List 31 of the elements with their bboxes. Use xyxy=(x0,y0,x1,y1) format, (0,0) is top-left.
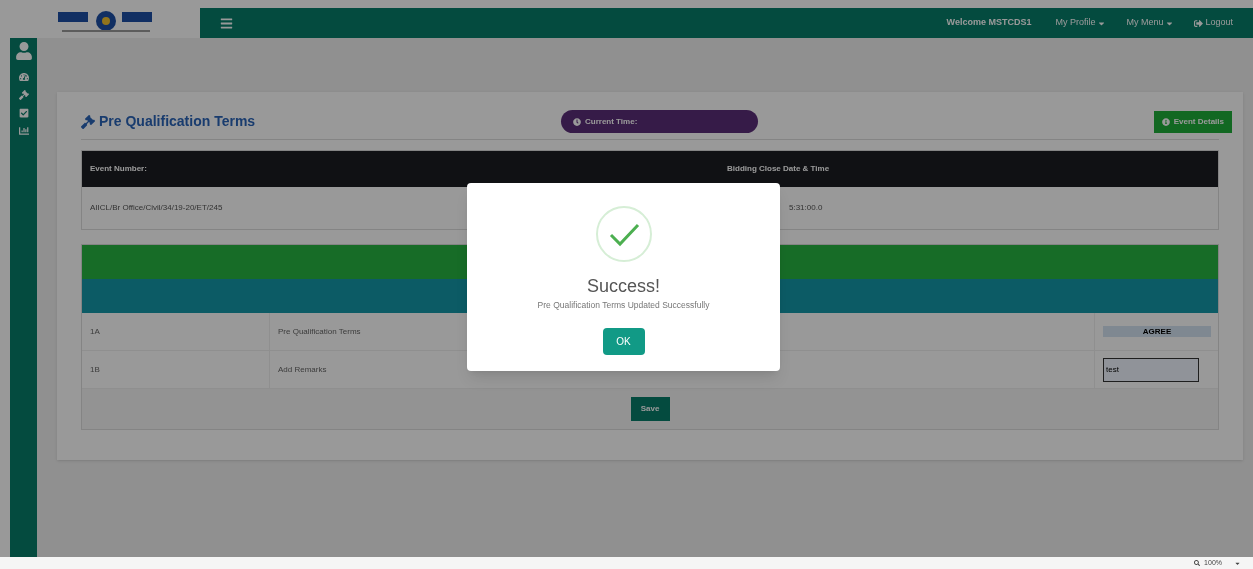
welcome-text: Welcome MSTCDS1 xyxy=(946,16,1032,30)
menu-dropdown[interactable]: My Profile xyxy=(1055,16,1107,30)
column-header: Bidding Close Date & Time xyxy=(727,163,830,175)
user-icon[interactable] xyxy=(14,42,33,60)
zoom-icon xyxy=(1194,560,1201,566)
logout-icon xyxy=(1194,18,1204,28)
dashboard-icon[interactable] xyxy=(18,72,29,82)
gavel-icon[interactable] xyxy=(18,90,29,100)
remarks-input[interactable]: test xyxy=(1103,357,1199,382)
current-time-pill: Current Time: xyxy=(561,110,758,133)
info-icon xyxy=(1161,117,1170,126)
menu-icon[interactable] xyxy=(220,16,233,30)
table-cell: 1B xyxy=(82,351,270,388)
ok-button[interactable]: OK xyxy=(602,327,645,355)
gavel-icon xyxy=(81,114,95,129)
logout-link[interactable]: Logout xyxy=(1194,16,1233,30)
agree-button[interactable]: AGREE xyxy=(1103,326,1211,337)
dialog-message: Pre Qualification Terms Updated Successfully xyxy=(537,299,710,312)
page-title: Pre Qualification Terms xyxy=(99,112,256,131)
table-cell-text: AIICL/Br Office/Civil/34/19-20/ET/245 xyxy=(89,202,224,214)
table-cell-text: 5:31:00.0 xyxy=(788,202,823,214)
check-icon xyxy=(594,205,653,263)
save-button[interactable]: Save xyxy=(630,397,670,421)
clock-icon xyxy=(573,117,581,126)
bar-chart-icon[interactable] xyxy=(18,126,29,136)
column-header: Event Number: xyxy=(89,163,148,175)
event-details-button[interactable]: Event Details xyxy=(1153,110,1232,133)
menu-dropdown[interactable]: My Menu xyxy=(1126,16,1175,30)
checkbox-icon[interactable] xyxy=(18,108,29,118)
table-cell: 1A xyxy=(82,313,270,350)
dialog-title: Success! xyxy=(587,277,660,295)
